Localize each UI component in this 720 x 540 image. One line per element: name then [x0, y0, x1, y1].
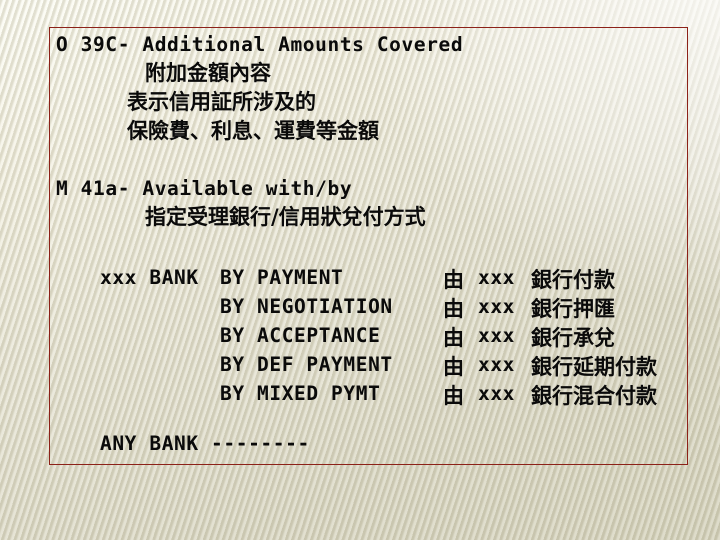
- cell-chinese: 銀行承兌: [531, 326, 615, 350]
- field-39c-chinese-line-3: 保險費、利息、運費等金額: [127, 119, 379, 143]
- cell-by-word: 由: [443, 384, 464, 408]
- cell-bank-placeholder: xxx: [478, 324, 516, 347]
- cell-bank: xxx BANK: [100, 266, 199, 289]
- field-39c-chinese-line-2: 表示信用証所涉及的: [127, 90, 316, 114]
- table-footer-any-bank: ANY BANK --------: [100, 432, 310, 455]
- cell-mode: BY MIXED PYMT: [220, 382, 381, 405]
- field-39c-english-label: O 39C- Additional Amounts Covered: [56, 33, 464, 56]
- slide-content: O 39C- Additional Amounts Covered 附加金額內容…: [49, 27, 688, 465]
- table-row: BY DEF PAYMENT 由 xxx 銀行延期付款: [49, 351, 688, 380]
- cell-by-word: 由: [443, 326, 464, 350]
- cell-bank-placeholder: xxx: [478, 266, 516, 289]
- cell-by-word: 由: [443, 268, 464, 292]
- cell-by-word: 由: [443, 297, 464, 321]
- cell-chinese: 銀行付款: [531, 268, 615, 292]
- field-41a-english-label: M 41a- Available with/by: [56, 177, 353, 200]
- cell-bank-placeholder: xxx: [478, 353, 516, 376]
- cell-mode: BY ACCEPTANCE: [220, 324, 381, 347]
- table-row: BY MIXED PYMT 由 xxx 銀行混合付款: [49, 380, 688, 409]
- table-row: BY NEGOTIATION 由 xxx 銀行押匯: [49, 293, 688, 322]
- cell-mode: BY DEF PAYMENT: [220, 353, 393, 376]
- cell-by-word: 由: [443, 355, 464, 379]
- cell-bank-placeholder: xxx: [478, 382, 516, 405]
- cell-chinese: 銀行延期付款: [531, 355, 657, 379]
- field-41a-chinese-line-1: 指定受理銀行/信用狀兌付方式: [145, 205, 426, 229]
- cell-bank-placeholder: xxx: [478, 295, 516, 318]
- cell-mode: BY PAYMENT: [220, 266, 344, 289]
- cell-chinese: 銀行押匯: [531, 297, 615, 321]
- cell-mode: BY NEGOTIATION: [220, 295, 393, 318]
- cell-chinese: 銀行混合付款: [531, 384, 657, 408]
- slide-canvas: O 39C- Additional Amounts Covered 附加金額內容…: [0, 0, 720, 540]
- table-row: xxx BANK BY PAYMENT 由 xxx 銀行付款: [49, 264, 688, 293]
- field-39c-chinese-line-1: 附加金額內容: [145, 61, 271, 85]
- availability-table: xxx BANK BY PAYMENT 由 xxx 銀行付款 BY NEGOTI…: [49, 264, 688, 409]
- table-row: BY ACCEPTANCE 由 xxx 銀行承兌: [49, 322, 688, 351]
